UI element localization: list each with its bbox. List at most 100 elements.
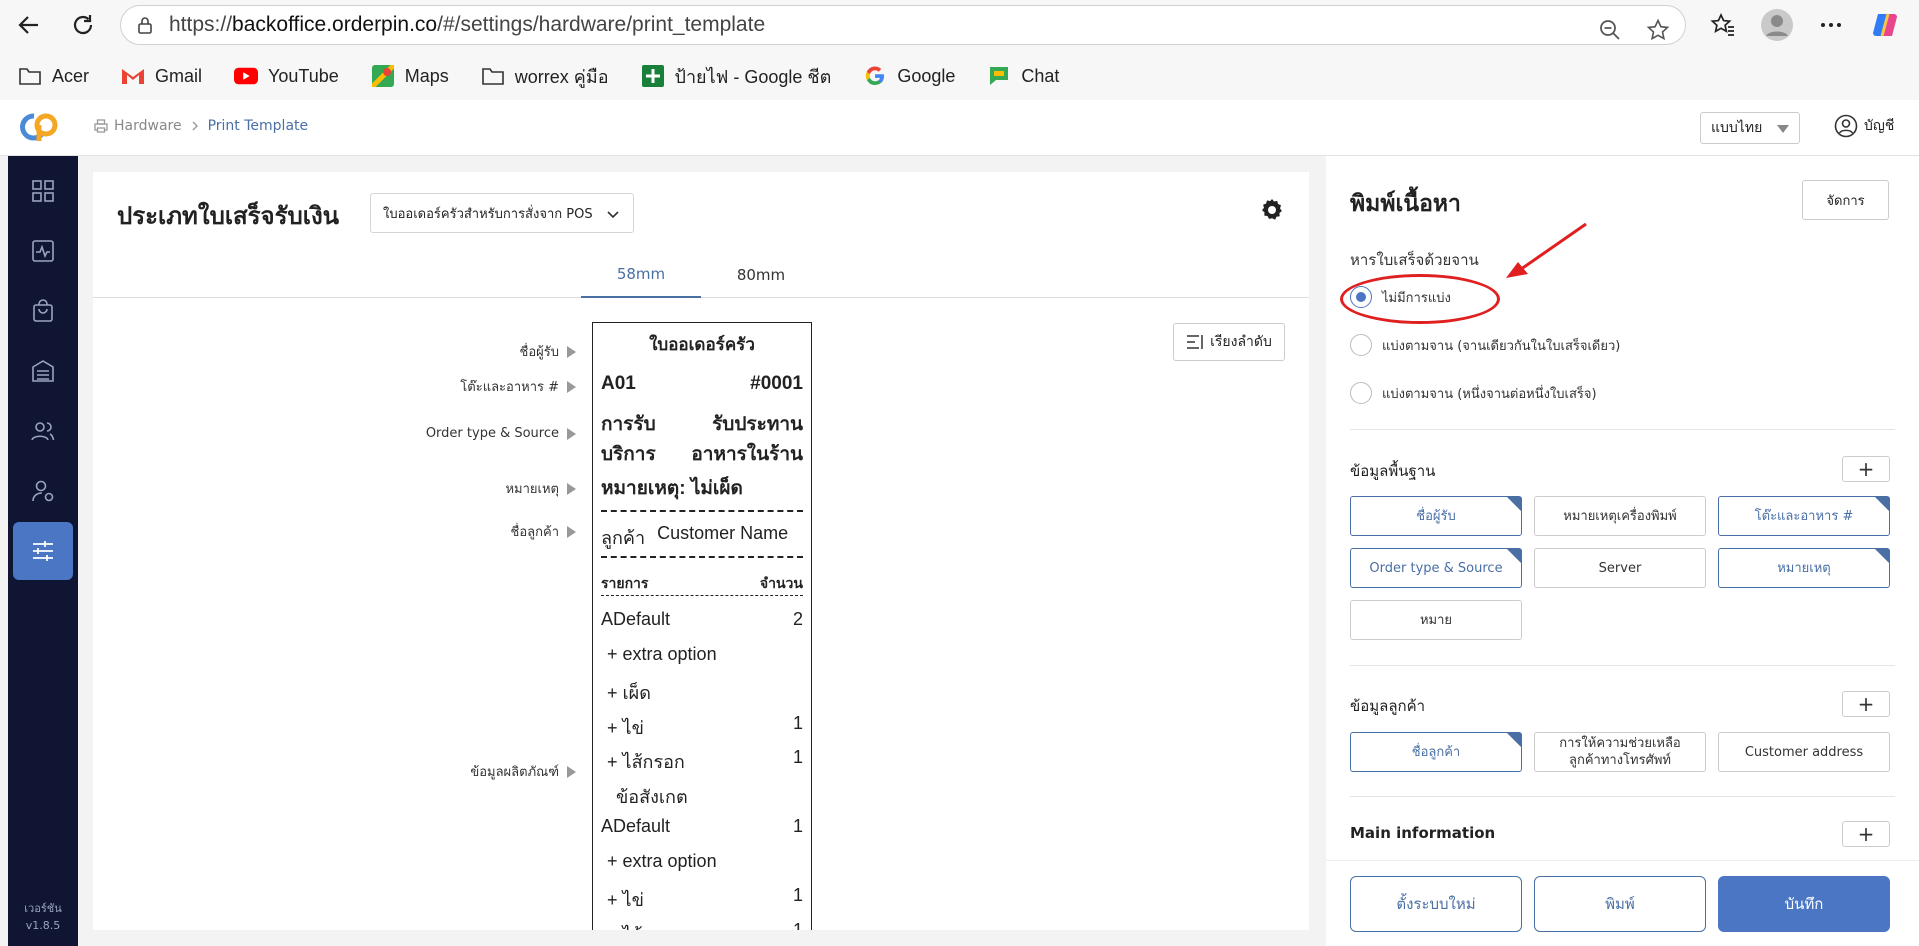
sidebar-item-customers[interactable]	[13, 462, 73, 520]
receipt-preview: ใบออเดอร์ครัว A01 #0001 การรับ รับประทาน บ…	[592, 322, 812, 930]
chevron-down-icon	[607, 211, 619, 219]
annotation-arrow-icon	[1506, 222, 1587, 278]
triangle-right-icon	[567, 765, 576, 778]
row-label-recipient[interactable]: ชื่อผู้รับ	[520, 341, 576, 362]
receipt-line: + extra option	[607, 850, 717, 871]
row-label-customer-name[interactable]: ชื่อลูกค้า	[511, 521, 576, 542]
chip-phone-assist[interactable]: การให้ความช่วยเหลือ ลูกค้าทางโทรศัพท์	[1534, 732, 1706, 772]
triangle-right-icon	[567, 380, 576, 393]
bookmark-worrex[interactable]: worrex คู่มือ	[481, 62, 609, 91]
receipt-line: ADefault 2	[601, 609, 803, 629]
receipt-line: + ไส้กรอก1	[607, 919, 803, 931]
paper-size-tabs: 58mm 80mm	[93, 252, 1309, 298]
receipt-line: ข้อสังเกต	[616, 786, 688, 807]
template-editor: ประเภทใบเสร็จรับเงิน ใบออเดอร์ครัวสำหรับ…	[93, 172, 1309, 930]
print-button[interactable]: พิมพ์	[1534, 876, 1706, 932]
shopping-bag-icon	[33, 299, 53, 322]
reload-icon	[73, 15, 93, 35]
add-basic-button[interactable]: +	[1842, 456, 1890, 482]
reload-button[interactable]	[66, 8, 100, 42]
chip-note[interactable]: หมายเหตุ	[1718, 548, 1890, 588]
chip-order-type[interactable]: Order type & Source	[1350, 548, 1522, 588]
receipt-type-select[interactable]: ใบออเดอร์ครัวสำหรับการสั่งจาก POS	[370, 193, 634, 233]
bookmark-gmail[interactable]: Gmail	[121, 64, 202, 88]
breadcrumb-print-template: Print Template	[207, 118, 309, 134]
sort-button[interactable]: เรียงลำดับ	[1173, 323, 1285, 361]
receipt-line: + extra option	[607, 643, 717, 664]
language-select[interactable]: แบบไทย	[1700, 112, 1800, 144]
chip-customer-name[interactable]: ชื่อลูกค้า	[1350, 732, 1522, 772]
sidebar-item-reports[interactable]	[13, 222, 73, 280]
bookmark-acer[interactable]: Acer	[18, 64, 89, 88]
copilot-icon	[1873, 13, 1897, 37]
bookmark-maps[interactable]: Maps	[371, 64, 449, 88]
save-button[interactable]: บันทึก	[1718, 876, 1890, 932]
orderpin-logo-icon	[20, 113, 58, 141]
chip-table-food[interactable]: โต๊ะและอาหาร #	[1718, 496, 1890, 536]
radio-unchecked-icon	[1350, 382, 1372, 404]
settings-button[interactable]	[1258, 196, 1286, 224]
youtube-icon	[234, 64, 259, 88]
profile-button[interactable]	[1760, 8, 1794, 42]
chip-printer-note[interactable]: หมายเหตุเครื่องพิมพ์	[1534, 496, 1706, 536]
version-info: เวอร์ชัน v1.8.5	[24, 902, 62, 932]
chip-recipient[interactable]: ชื่อผู้รับ	[1350, 496, 1522, 536]
radio-split-same-receipt[interactable]: แบ่งตามจาน (จานเดียวกันในใบเสร็จเดียว)	[1350, 334, 1620, 356]
back-button[interactable]	[12, 8, 46, 42]
add-main-info-button[interactable]: +	[1842, 821, 1890, 847]
receipt-customer: ลูกค้า Customer Name	[601, 523, 789, 548]
triangle-right-icon	[567, 525, 576, 538]
google-icon	[863, 64, 887, 88]
receipt-line: + ไข่ 1	[607, 885, 803, 910]
triangle-right-icon	[567, 427, 576, 440]
sidebar-item-staff[interactable]	[13, 402, 73, 460]
sidebar-item-settings[interactable]	[13, 522, 73, 580]
caret-down-icon	[1777, 125, 1789, 133]
receipt-line: + ไส้กรอก1	[607, 747, 803, 772]
row-label-product-info[interactable]: ข้อมูลผลิตภัณฑ์	[470, 761, 576, 782]
receipt-line: ADefault 1	[601, 816, 803, 836]
chip-customer-address[interactable]: Customer address	[1718, 732, 1890, 772]
add-customer-button[interactable]: +	[1842, 691, 1890, 717]
row-label-table-food[interactable]: โต๊ะและอาหาร #	[460, 376, 576, 397]
favorite-button[interactable]	[1644, 16, 1672, 44]
orderpin-logo[interactable]	[18, 110, 62, 144]
row-label-note[interactable]: หมายเหตุ	[505, 478, 576, 499]
triangle-right-icon	[567, 345, 576, 358]
menu-button[interactable]	[1814, 8, 1848, 42]
section-divider	[1350, 429, 1895, 430]
tab-58mm[interactable]: 58mm	[581, 252, 701, 298]
url-text: https://backoffice.orderpin.co/#/setting…	[169, 13, 766, 36]
sidebar-item-store[interactable]	[13, 342, 73, 400]
reset-button[interactable]: ตั้งระบบใหม่	[1350, 876, 1522, 932]
sliders-icon	[33, 541, 53, 561]
bookmark-google[interactable]: Google	[863, 64, 955, 88]
receipt-columns: รายการ จำนวน	[601, 575, 803, 591]
bookmark-chat[interactable]: Chat	[987, 64, 1059, 88]
radio-split-per-dish[interactable]: แบ่งตามจาน (หนึ่งจานต่อหนึ่งใบเสร็จ)	[1350, 382, 1597, 404]
user-settings-icon	[32, 480, 54, 502]
breadcrumb: Hardware Print Template	[94, 118, 308, 134]
receipt-table-order: A01 #0001	[601, 373, 803, 394]
sidebar-item-dashboard[interactable]	[13, 162, 73, 220]
favorites-button[interactable]	[1706, 8, 1740, 42]
row-label-order-type[interactable]: Order type & Source	[426, 426, 576, 441]
account-menu[interactable]: บัญชี	[1834, 114, 1894, 138]
zoom-button[interactable]	[1596, 16, 1624, 44]
chip-server[interactable]: Server	[1534, 548, 1706, 588]
section-divider	[1350, 665, 1895, 666]
breadcrumb-hardware[interactable]: Hardware	[114, 118, 182, 134]
copilot-button[interactable]	[1868, 8, 1902, 42]
sidebar-item-orders[interactable]	[13, 282, 73, 340]
chat-icon	[987, 64, 1011, 88]
star-icon	[1646, 18, 1670, 41]
tab-80mm[interactable]: 80mm	[701, 252, 821, 298]
printer-icon	[94, 119, 108, 133]
manage-button[interactable]: จัดการ	[1802, 180, 1889, 220]
chip-remark[interactable]: หมาย	[1350, 600, 1522, 640]
address-bar[interactable]: https://backoffice.orderpin.co/#/setting…	[120, 5, 1686, 45]
bookmark-youtube[interactable]: YouTube	[234, 64, 339, 88]
bookmark-sheets[interactable]: ป้ายไฟ - Google ชีต	[641, 62, 831, 91]
store-icon	[32, 360, 54, 382]
receipt-service-2: บริการ อาหารในร้าน	[601, 444, 803, 465]
